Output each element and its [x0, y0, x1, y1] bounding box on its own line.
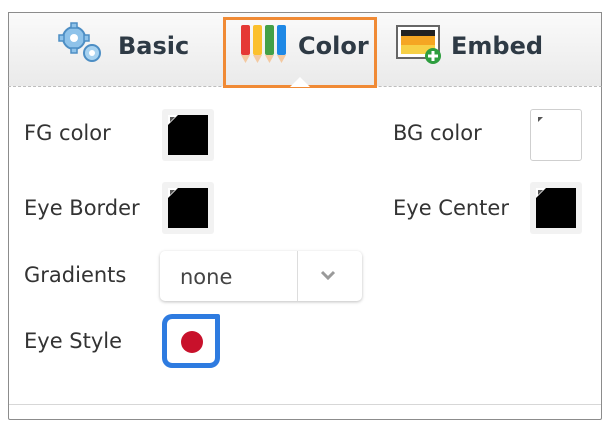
- tab-basic-label: Basic: [118, 32, 190, 60]
- embed-image-icon: [395, 22, 447, 70]
- swatch-corner-marker: [170, 117, 175, 122]
- tab-basic[interactable]: Basic: [56, 20, 189, 72]
- tab-embed[interactable]: Embed: [395, 20, 543, 72]
- tab-color-label: Color: [298, 32, 369, 60]
- gradients-label: Gradients: [24, 263, 127, 287]
- eye-center-label: Eye Center: [393, 196, 509, 220]
- eye-border-label: Eye Border: [24, 196, 140, 220]
- eye-style-picker[interactable]: [162, 314, 220, 368]
- bg-color-label: BG color: [393, 121, 482, 145]
- chevron-down-icon[interactable]: [313, 264, 343, 286]
- tab-embed-label: Embed: [451, 32, 544, 60]
- tab-color[interactable]: Color: [238, 20, 369, 72]
- eye-center-swatch[interactable]: [530, 182, 582, 234]
- gears-icon: [56, 22, 106, 70]
- active-tab-pointer: [290, 77, 310, 87]
- color-pencils-icon: [238, 21, 292, 71]
- eye-border-swatch[interactable]: [162, 182, 214, 234]
- eye-style-label: Eye Style: [24, 329, 123, 353]
- panel-footer-divider: [9, 404, 601, 405]
- fg-color-swatch[interactable]: [162, 109, 214, 161]
- swatch-corner-marker: [170, 190, 175, 195]
- swatch-corner-marker: [538, 117, 543, 122]
- gradients-selected-value: none: [180, 265, 233, 289]
- fg-color-label: FG color: [24, 121, 111, 145]
- eye-style-dot: [181, 331, 203, 353]
- gradients-select[interactable]: none: [160, 251, 362, 301]
- swatch-corner-marker: [538, 190, 543, 195]
- select-divider: [297, 251, 298, 301]
- bg-color-swatch[interactable]: [530, 109, 582, 161]
